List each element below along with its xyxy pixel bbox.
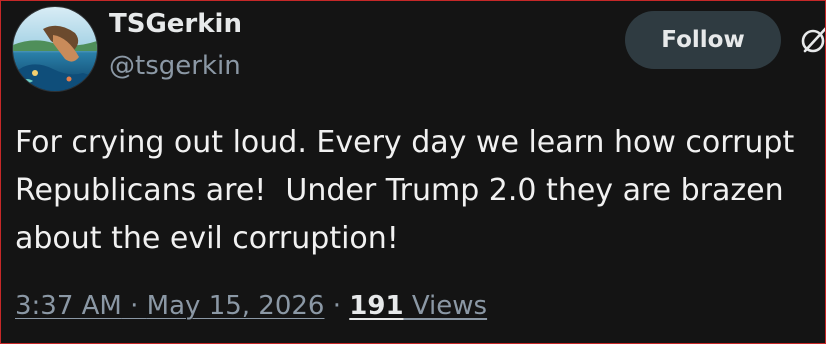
grok-icon[interactable] [799, 25, 826, 55]
tweet-time-link[interactable]: 3:37 AM · May 15, 2026 [15, 291, 324, 321]
meta-separator-2: · [324, 291, 350, 321]
user-handle[interactable]: @tsgerkin [109, 51, 241, 81]
avatar-image [13, 7, 97, 91]
display-name[interactable]: TSGerkin [109, 9, 242, 39]
tweet-meta: 3:37 AM · May 15, 2026 · 191 Views [15, 291, 487, 321]
tweet-card: TSGerkin @tsgerkin Follow For crying out… [0, 0, 826, 344]
meta-separator: · [121, 291, 147, 321]
views-label[interactable]: Views [404, 291, 487, 321]
follow-button[interactable]: Follow [625, 11, 781, 69]
tweet-date: May 15, 2026 [146, 291, 325, 321]
tweet-time: 3:37 AM [15, 291, 122, 321]
view-count[interactable]: 191 [349, 291, 403, 321]
tweet-text: For crying out loud. Every day we learn … [15, 125, 795, 256]
avatar[interactable] [12, 6, 98, 92]
